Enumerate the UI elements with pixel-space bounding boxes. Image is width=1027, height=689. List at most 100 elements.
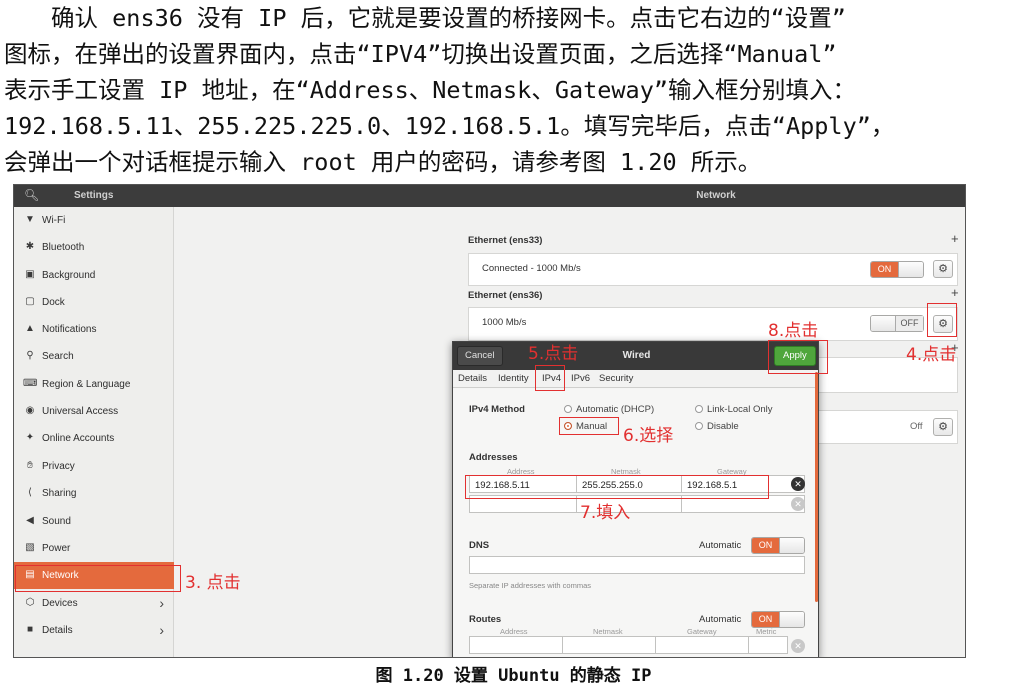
hand-icon: ✋︎ [27, 460, 33, 471]
ens36-connection-row: 1000 Mb/s OFF ⚙︎ [468, 307, 958, 341]
sidebar-item-background[interactable]: ▣ Background [14, 262, 174, 289]
route-address-input[interactable] [469, 636, 563, 654]
sidebar-item-devices[interactable]: ⬡ Devices › [14, 590, 174, 617]
sidebar-item-privacy[interactable]: ✋︎ Privacy [14, 453, 174, 480]
ethernet-ens33-title: Ethernet (ens33) [468, 235, 543, 246]
dialog-title: Wired [622, 350, 651, 361]
sidebar-item-details[interactable]: ■ Details › [14, 617, 174, 644]
ipv4-method-label: IPv4 Method [469, 404, 525, 415]
devices-icon: ⬡ [25, 597, 35, 608]
doc-line-4: 192.168.5.11、255.225.225.0、192.168.5.1。填… [4, 112, 895, 140]
doc-line-5: 会弹出一个对话框提示输入 root 用户的密码，请参考图 1.20 所示。 [4, 148, 762, 176]
annotation-step-7: 7.填入 [580, 503, 631, 523]
highlight-ipv4-tab [535, 365, 565, 391]
proxy-status: Off [910, 421, 923, 432]
radio-automatic-dhcp[interactable]: Automatic (DHCP) [564, 404, 654, 415]
sidebar-item-sound[interactable]: ◀ Sound [14, 508, 174, 535]
bell-icon: ▲ [25, 323, 35, 334]
routes-col-netmask: Netmask [593, 627, 623, 636]
accessibility-icon: ◉ [25, 405, 35, 416]
battery-icon: ▧ [25, 542, 35, 553]
routes-automatic-toggle[interactable]: ON [751, 611, 805, 628]
sidebar-item-sharing[interactable]: ⟨ Sharing [14, 480, 174, 507]
ens36-toggle[interactable]: OFF [870, 315, 924, 332]
highlight-ens36-gear [927, 303, 957, 337]
sidebar-item-bluetooth[interactable]: ✱ Bluetooth [14, 234, 174, 261]
tab-ipv6[interactable]: IPv6 [571, 373, 590, 384]
dialog-tabs: Details Identity IPv4 IPv6 Security [453, 370, 818, 388]
info-icon: ■ [26, 624, 34, 635]
annotation-step-4: 4.点击 [906, 345, 957, 365]
title-bar: 🔍︎ Settings Network [14, 185, 965, 207]
radio-disable[interactable]: Disable [695, 421, 739, 432]
wired-dialog: Cancel Wired Apply Details Identity IPv4… [452, 341, 819, 657]
network-title: Network [696, 190, 736, 201]
sidebar-item-notifications[interactable]: ▲ Notifications [14, 316, 174, 343]
sidebar-item-power[interactable]: ▧ Power [14, 535, 174, 562]
routes-col-address: Address [500, 627, 528, 636]
routes-col-metric: Metric [756, 627, 777, 636]
proxy-settings-gear-icon[interactable]: ⚙︎ [933, 418, 953, 436]
speaker-icon: ◀ [26, 515, 34, 526]
remove-route-icon[interactable]: ✕ [791, 639, 805, 653]
dns-label: DNS [469, 540, 490, 551]
sidebar-item-wifi[interactable]: ▼ Wi-Fi [14, 207, 174, 234]
tab-security[interactable]: Security [599, 373, 633, 384]
ens33-connection-row: Connected - 1000 Mb/s ON ⚙︎ [468, 253, 958, 286]
search-icon[interactable]: 🔍︎ [24, 188, 39, 202]
tab-identity[interactable]: Identity [498, 373, 529, 384]
accounts-icon: ✦ [25, 432, 35, 443]
chevron-right-icon: › [159, 622, 164, 638]
dialog-header: Cancel Wired Apply [453, 342, 818, 370]
document-text: 确认 ens36 没有 IP 后，它就是要设置的桥接网卡。点击它右边的“设置” … [4, 0, 1023, 180]
ens33-settings-gear-icon[interactable]: ⚙︎ [933, 260, 953, 278]
highlight-apply [768, 340, 828, 374]
annotation-step-3: 3. 点击 [185, 573, 241, 593]
doc-line-2: 图标，在弹出的设置界面内，点击“IPV4”切换出设置页面，之后选择“Manual… [4, 40, 837, 68]
doc-line-3: 表示手工设置 IP 地址，在“Address、Netmask、Gateway”输… [4, 76, 857, 104]
ethernet-ens36-title: Ethernet (ens36) [468, 290, 543, 301]
dns-automatic-toggle[interactable]: ON [751, 537, 805, 554]
dns-automatic-label: Automatic [699, 540, 742, 551]
routes-col-gateway: Gateway [687, 627, 717, 636]
keyboard-icon: ⌨ [23, 378, 38, 389]
sidebar-item-universal-access[interactable]: ◉ Universal Access [14, 398, 174, 425]
search-icon: ⚲ [26, 350, 34, 361]
radio-link-local[interactable]: Link-Local Only [695, 404, 772, 415]
sidebar-item-search[interactable]: ⚲ Search [14, 343, 174, 370]
sidebar-item-dock[interactable]: ▢ Dock [14, 289, 174, 316]
dns-hint: Separate IP addresses with commas [469, 581, 592, 590]
ens36-status: 1000 Mb/s [482, 317, 527, 328]
radio-dot [695, 422, 703, 430]
highlight-manual [559, 417, 619, 435]
tab-details[interactable]: Details [458, 373, 487, 384]
route-metric-input[interactable] [748, 636, 788, 654]
ens33-toggle[interactable]: ON [870, 261, 924, 278]
route-netmask-input[interactable] [562, 636, 656, 654]
dns-input[interactable] [469, 556, 805, 574]
share-icon: ⟨ [28, 487, 32, 498]
chevron-right-icon: › [159, 595, 164, 611]
remove-empty-address-icon[interactable]: ✕ [791, 497, 805, 511]
remove-address-icon[interactable]: ✕ [791, 477, 805, 491]
routes-label: Routes [469, 614, 502, 625]
settings-screenshot: 🔍︎ Settings Network ▼ Wi-Fi ✱ Bluetooth ▣ B… [13, 184, 966, 658]
sidebar-item-online-accounts[interactable]: ✦ Online Accounts [14, 425, 174, 452]
add-connection-ens36-button[interactable]: + [951, 285, 959, 300]
route-gateway-input[interactable] [655, 636, 749, 654]
dialog-scrollbar[interactable] [815, 372, 818, 602]
annotation-step-8: 8.点击 [768, 321, 819, 341]
doc-line-1: 确认 ens36 没有 IP 后，它就是要设置的桥接网卡。点击它右边的“设置” [51, 4, 846, 32]
dock-icon: ▢ [25, 296, 35, 307]
routes-automatic-label: Automatic [699, 614, 742, 625]
sidebar-item-region[interactable]: ⌨ Region & Language [14, 371, 174, 398]
settings-title: Settings [74, 190, 114, 201]
highlight-network [15, 565, 181, 592]
annotation-step-5: 5.点击 [528, 344, 579, 364]
bluetooth-icon: ✱ [25, 241, 35, 252]
add-connection-ens33-button[interactable]: + [951, 231, 959, 246]
ens33-status: Connected - 1000 Mb/s [482, 263, 581, 274]
addresses-label: Addresses [469, 452, 518, 463]
radio-dot [695, 405, 703, 413]
wifi-icon: ▼ [25, 214, 35, 225]
